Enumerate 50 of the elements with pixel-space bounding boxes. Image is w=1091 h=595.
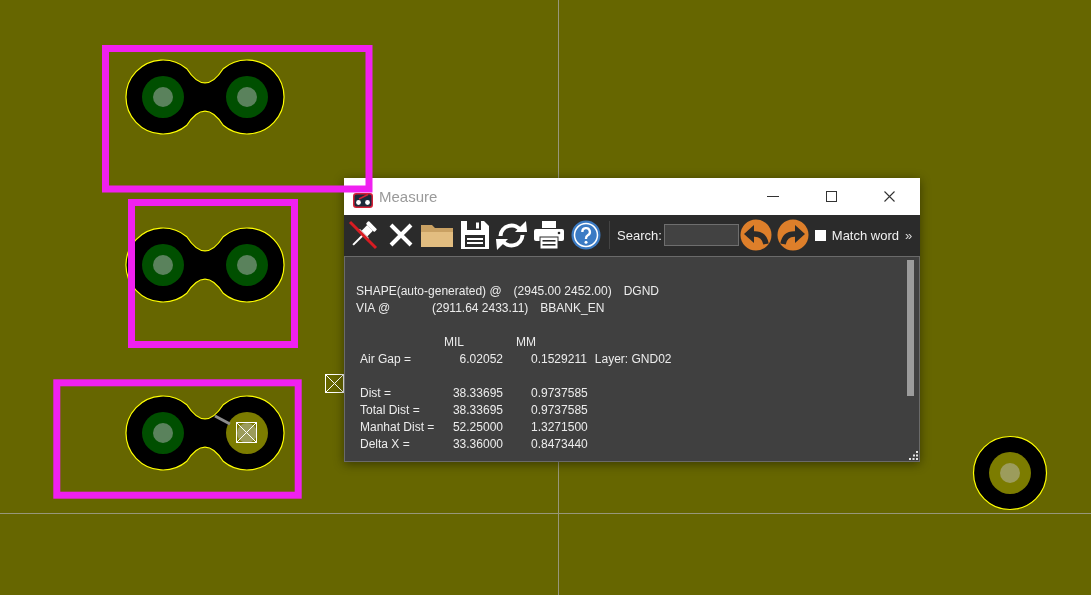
measure-label: Total Dist = [360,402,421,419]
help-button[interactable] [571,220,601,250]
unpin-button[interactable] [347,219,379,251]
search-label: Search: [617,227,662,243]
printer-icon [533,220,565,250]
layer-note: Layer: GND02 [594,351,672,368]
help-icon [571,220,601,250]
net-name: DGND [623,283,660,300]
overflow-button[interactable]: » [904,227,914,243]
window-title: Measure [379,188,438,205]
previous-button[interactable] [739,219,772,251]
coordinates-text: (2945.00 2452.00) [513,283,612,300]
mil-value: 38.33695 [451,385,503,402]
checkbox[interactable] [814,229,826,241]
mm-value: 0.8473440 [531,436,588,453]
mil-value: 52.25000 [451,419,503,436]
mm-value: 1.3271500 [531,419,588,436]
resize-grip-icon [909,451,918,460]
mil-value: 38.33695 [451,402,503,419]
measure-label: Delta X = [360,436,411,453]
measure-label: Dist = [360,385,392,402]
mil-value: 6.02052 [458,351,503,368]
mil-value: 33.36000 [451,436,503,453]
crossed-box-icon [236,422,257,443]
save-button[interactable] [459,219,491,251]
checkbox-label[interactable]: Match word [831,227,899,243]
mm-value: 0.1529211 [531,351,587,368]
measure-label: Manhat Dist = [360,419,436,436]
maximize-icon [825,191,837,202]
coordinates-text: (2911.64 2433.11) [432,300,529,317]
minimize-icon [767,196,779,197]
object-label: VIA @ [356,300,392,317]
object-label: SHAPE(auto-generated) @ [356,283,502,300]
print-button[interactable] [533,220,565,250]
crossed-box-icon [325,374,344,393]
delete-button[interactable] [387,221,415,249]
mm-value: 0.9737585 [531,385,588,402]
close-icon [883,191,895,202]
unit-header: MM [516,334,536,351]
cross-icon [387,221,415,249]
app-icon [353,193,373,208]
unit-header: MIL [444,334,464,351]
measure-label: Air Gap = [360,351,413,368]
net-name: BBANK_EN [540,300,605,317]
search-field[interactable] [663,224,739,246]
scrollbar-thumb[interactable] [907,260,914,396]
crossed-pin-icon [347,219,379,251]
mm-value: 0.9737585 [531,402,588,419]
next-button[interactable] [776,219,809,251]
trace-line [214,414,231,426]
